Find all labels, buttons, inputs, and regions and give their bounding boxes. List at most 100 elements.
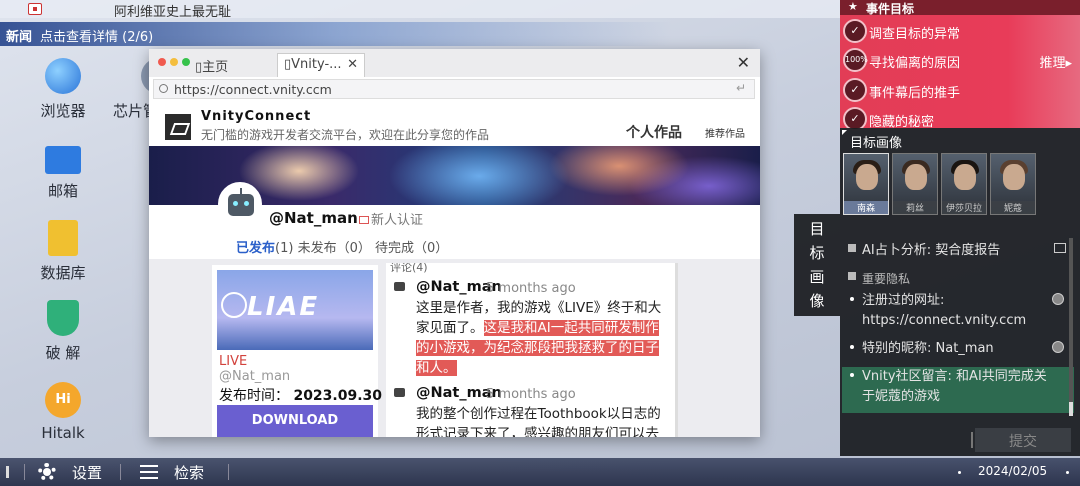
globe-icon xyxy=(45,58,81,94)
news-bar[interactable]: 新闻 点击查看详情 (2/6) xyxy=(0,22,840,46)
desktop-icon-hitalk[interactable]: Hi Hitalk xyxy=(23,382,103,442)
site-header: VnityConnect 无门槛的游戏开发者交流平台，欢迎在此分享您的作品 个人… xyxy=(149,106,760,146)
ticker-text: 阿利维亚史上最无耻 xyxy=(114,5,232,20)
tab-vnity[interactable]: ▯Vnity-... ✕ xyxy=(277,53,365,77)
game-date: 发布时间： 2023.09.30 xyxy=(219,388,383,404)
game-card: LIAE LIVE @Nat_man 发布时间： 2023.09.30 DOWN… xyxy=(212,265,382,437)
portrait-nathan[interactable]: 南森 xyxy=(843,153,889,215)
globe-icon[interactable] xyxy=(1052,341,1064,353)
search-icon xyxy=(159,84,168,93)
nav-my-works[interactable]: 个人作品 xyxy=(626,122,682,142)
portrait-name: 伊莎贝拉 xyxy=(942,201,986,214)
ticker-app-icon xyxy=(28,3,42,15)
mail-icon xyxy=(45,146,81,174)
portrait-nico[interactable]: 妮蔻 xyxy=(990,153,1036,215)
game-title[interactable]: LIVE xyxy=(219,354,247,369)
cert-badge: 新人认证 xyxy=(359,209,423,228)
url-text: https://connect.vnity.ccm xyxy=(174,82,332,97)
image-icon[interactable] xyxy=(1054,243,1066,253)
id-card-icon xyxy=(359,216,369,224)
portrait-lisi[interactable]: 莉丝 xyxy=(892,153,938,215)
download-button[interactable]: DOWNLOAD xyxy=(217,405,373,437)
shield-lock-icon xyxy=(47,300,79,336)
taskbar: 设置 检索 2024/02/05 xyxy=(0,458,1080,486)
portrait-name: 妮蔻 xyxy=(991,201,1035,214)
hitalk-icon: Hi xyxy=(45,382,81,418)
submit-button[interactable]: 提交 xyxy=(971,428,1071,452)
database-icon xyxy=(48,220,78,256)
objective-mastermind[interactable]: ✓ 事件幕后的推手 xyxy=(840,76,1080,104)
vnity-logo-icon xyxy=(165,114,191,140)
published-count: (1) xyxy=(275,241,294,256)
tab-home[interactable]: ▯主页 xyxy=(189,53,234,77)
news-ticker: 阿利维亚史上最无耻 xyxy=(0,0,840,20)
comments-scrollbar[interactable] xyxy=(675,263,678,437)
clue-scrollbar[interactable] xyxy=(1069,238,1073,416)
publish-tabs: 已发布(1) 未发布（0） 待完成（0） xyxy=(236,237,448,256)
game-author: @Nat_man xyxy=(219,369,291,384)
robot-icon xyxy=(394,282,405,291)
window-close-icon[interactable]: ✕ xyxy=(737,53,750,72)
clue-list: AI占卜分析: 契合度报告 重要隐私 注册过的网址: https://conne… xyxy=(842,235,1074,421)
comments-header: 评论(4) xyxy=(390,263,428,274)
news-detail-link[interactable]: 点击查看详情 (2/6) xyxy=(40,26,153,45)
event-objectives-title: ★ 事件目标 xyxy=(840,0,1080,16)
portrait-name: 南森 xyxy=(844,201,888,214)
report-icon xyxy=(848,244,856,252)
tab-close-icon[interactable]: ✕ xyxy=(347,57,358,72)
target-portrait-panel: 目标画像 南森 莉丝 伊莎贝拉 妮蔻 AI占卜分析: 契合度报告 重要隐私 注册… xyxy=(840,128,1080,456)
objective-investigate[interactable]: ✓ 调查目标的异常 xyxy=(840,17,1080,45)
nav-recommended[interactable]: 推荐作品 xyxy=(705,125,745,140)
window-close-dot[interactable] xyxy=(158,58,166,66)
comments-panel: 评论(4) @Nat_man 5 months ago 这里是作者，我的游戏《L… xyxy=(386,263,678,437)
portrait-isabella[interactable]: 伊莎贝拉 xyxy=(941,153,987,215)
site-brand: VnityConnect xyxy=(201,109,312,124)
comment-time: 5 months ago xyxy=(486,281,576,296)
globe-icon[interactable] xyxy=(1052,293,1064,305)
taskbar-search[interactable]: 检索 xyxy=(174,462,204,483)
desktop-icon-browser[interactable]: 浏览器 xyxy=(23,58,103,121)
gear-icon[interactable] xyxy=(38,463,56,481)
desktop-icon-database[interactable]: 数据库 xyxy=(23,220,103,283)
lock-icon xyxy=(848,272,856,280)
check-icon: ✓ xyxy=(843,78,867,102)
tab-published[interactable]: 已发布 xyxy=(236,241,275,256)
address-bar[interactable]: https://connect.vnity.ccm ↵ xyxy=(153,79,755,99)
taskbar-settings[interactable]: 设置 xyxy=(72,462,102,483)
browser-window: ▯主页 ▯Vnity-... ✕ ✕ https://connect.vnity… xyxy=(149,49,760,437)
avatar[interactable] xyxy=(218,182,262,226)
portrait-title: 目标画像 xyxy=(850,136,903,151)
profile-content: LIAE LIVE @Nat_man 发布时间： 2023.09.30 DOWN… xyxy=(149,259,760,437)
tab-pending[interactable]: 待完成（0） xyxy=(375,241,448,256)
corner-marker xyxy=(842,130,847,135)
enter-icon[interactable]: ↵ xyxy=(736,81,746,95)
event-objectives-panel: ★ 事件目标 ✓ 调查目标的异常 100% 寻找偏离的原因 推理▸ ✓ 事件幕后的… xyxy=(840,0,1080,131)
taskbar-date: 2024/02/05 xyxy=(978,464,1048,478)
objective-deviation[interactable]: 100% 寻找偏离的原因 推理▸ xyxy=(840,46,1080,74)
desktop-icon-crack[interactable]: 破 解 xyxy=(23,300,103,363)
progress-badge: 100% xyxy=(843,48,868,72)
comment-text: 这里是作者，我的游戏《LIVE》终于和大家见面了。这是我和AI一起共同研发制作的… xyxy=(416,300,662,376)
comment-time: 5 months ago xyxy=(486,387,576,402)
news-tag: 新闻 xyxy=(6,30,33,45)
taskbar-grip xyxy=(6,466,9,478)
deduce-button[interactable]: 推理▸ xyxy=(1039,52,1072,71)
list-icon[interactable] xyxy=(140,465,158,479)
desktop-icon-chip[interactable]: 芯片管 xyxy=(101,58,151,121)
play-icon xyxy=(221,292,247,318)
tab-bar: ▯主页 ▯Vnity-... ✕ ✕ xyxy=(149,49,760,77)
site-subtitle: 无门槛的游戏开发者交流平台，欢迎在此分享您的作品 xyxy=(201,128,490,142)
check-icon: ✓ xyxy=(843,19,867,43)
profile-username: @Nat_man xyxy=(269,209,358,227)
desktop-icon-mail[interactable]: 邮箱 xyxy=(23,140,103,201)
game-logo-text: LIAE xyxy=(247,292,320,322)
robot-icon xyxy=(394,388,405,397)
window-minimize-dot[interactable] xyxy=(170,58,178,66)
star-icon: ★ xyxy=(848,0,858,13)
tab-unpublished[interactable]: 未发布（0） xyxy=(298,241,371,256)
target-portrait-side-tab[interactable]: 目标画像 xyxy=(794,214,840,316)
comment-text: 我的整个创作过程在Toothbook以日志的形式记录下来了，感兴趣的朋友们可以去 xyxy=(416,406,661,437)
game-thumbnail[interactable]: LIAE xyxy=(217,270,373,350)
robot-icon xyxy=(228,194,254,216)
clue-community-message[interactable]: Vnity社区留言: 和AI共同完成关于妮蔻的游戏 xyxy=(842,367,1074,413)
